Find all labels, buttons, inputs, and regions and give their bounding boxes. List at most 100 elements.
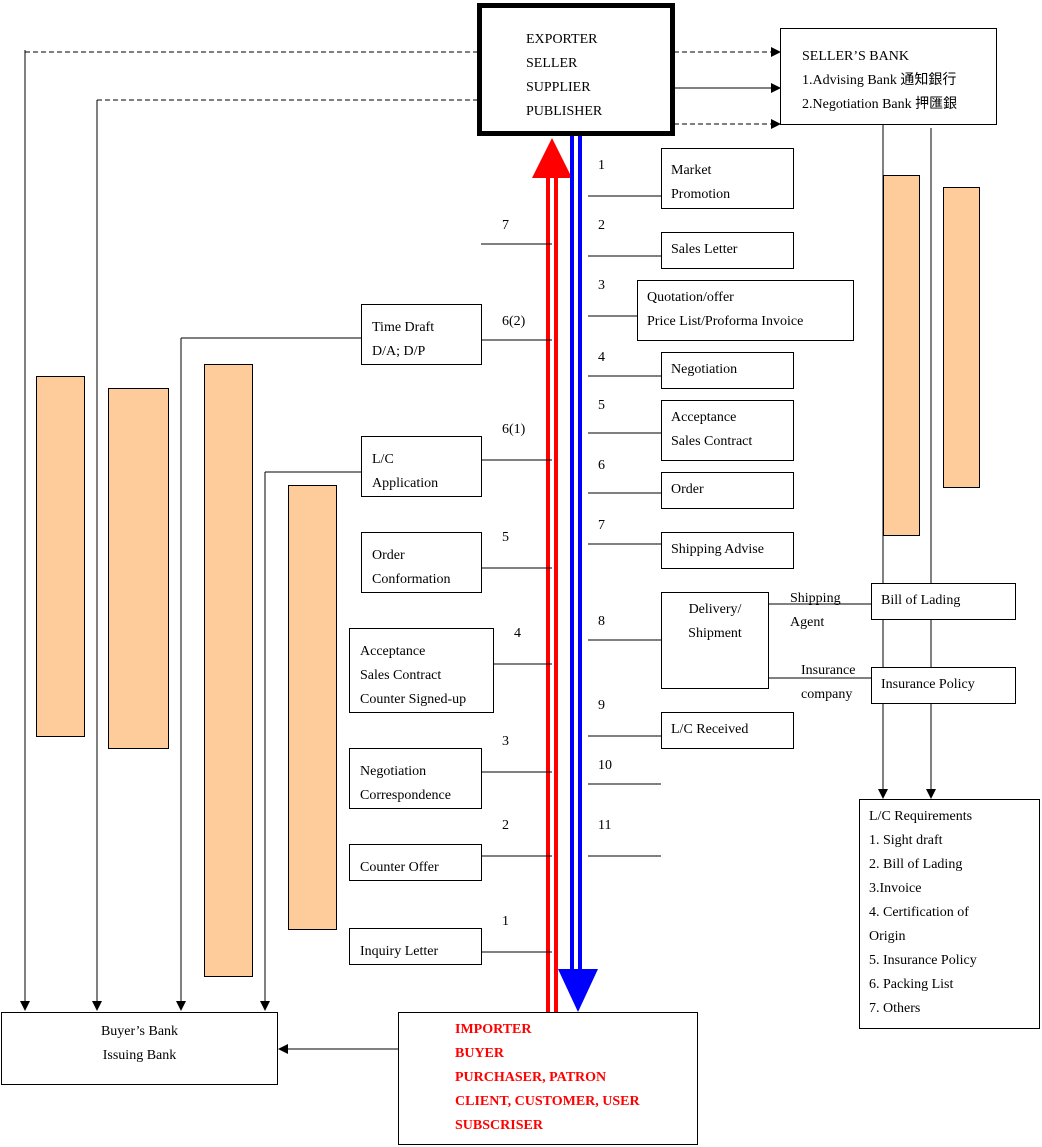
seller-step-box: Market Promotion — [661, 148, 794, 209]
seller-step-number: 5 — [598, 398, 605, 413]
seller-step-box-label: Shipment — [688, 626, 742, 641]
bill-of-lading-label: Bill of Lading — [881, 593, 961, 608]
seller-step-number: 1 — [598, 158, 605, 173]
buyers-bank-box: Buyer’s Bank Issuing Bank — [1, 1012, 278, 1085]
seller-step-number: 2 — [598, 218, 605, 233]
lc-req-item: 4. Certification of — [869, 905, 969, 920]
seller-step-number: 3 — [598, 278, 605, 293]
seller-step-number: 11 — [598, 818, 612, 833]
decorative-bar — [204, 364, 253, 977]
sellers-bank-box: SELLER’S BANK 1.Advising Bank 通知銀行 2.Neg… — [780, 28, 997, 125]
decorative-bar — [36, 376, 85, 737]
seller-step-box-label: Sales Contract — [671, 434, 753, 449]
shipping-agent-label: Shipping — [790, 591, 841, 606]
buyer-step-box-label: Counter Offer — [360, 860, 439, 875]
lc-req-item: Origin — [869, 929, 906, 944]
insurance-policy-box: Insurance Policy — [871, 667, 1016, 704]
seller-step-box-label: Order — [671, 482, 704, 497]
seller-step-number: 8 — [598, 614, 605, 629]
buyer-step-number: 6(1) — [502, 422, 526, 437]
buyer-step-box-label: Negotiation — [360, 764, 427, 779]
buyer-step-box-label: Order — [372, 548, 405, 563]
seller-step-box: Delivery/Shipment — [661, 592, 769, 689]
sellers-bank-line: 2.Negotiation Bank 押匯銀 — [802, 97, 958, 112]
buyer-step-box: L/C Application — [361, 436, 482, 497]
seller-step-box-label: Negotiation — [671, 362, 738, 377]
buyer-step-number: 7 — [502, 218, 509, 233]
red-arrowhead-up — [532, 138, 572, 178]
seller-step-number: 9 — [598, 698, 605, 713]
buyer-step-box-label: Correspondence — [360, 788, 451, 803]
seller-step-box: Acceptance Sales Contract — [661, 400, 794, 461]
importer-line: BUYER — [455, 1046, 505, 1061]
buyers-bank-line: Issuing Bank — [102, 1048, 177, 1063]
seller-step-box-label: Promotion — [671, 187, 731, 202]
seller-step-box-label: Quotation/offer — [647, 290, 734, 305]
seller-step-number: 10 — [598, 758, 612, 773]
buyer-step-number: 4 — [514, 626, 521, 641]
lc-requirements-box: L/C Requirements 1. Sight draft 2. Bill … — [859, 799, 1040, 1029]
sellers-bank-line: 1.Advising Bank 通知銀行 — [802, 73, 957, 88]
seller-step-box: L/C Received — [661, 712, 794, 749]
lc-req-title: L/C Requirements — [869, 809, 973, 824]
seller-step-box-label: Acceptance — [671, 410, 737, 425]
decorative-bar — [108, 388, 169, 749]
buyer-step-number: 6(2) — [502, 314, 526, 329]
lc-req-item: 6. Packing List — [869, 977, 954, 992]
insurance-company-label: company — [801, 687, 853, 702]
lc-req-item: 7. Others — [869, 1001, 921, 1016]
insurance-policy-label: Insurance Policy — [881, 677, 975, 692]
buyer-step-box: Time Draft D/A; D/P — [361, 304, 482, 365]
importer-line: PURCHASER, PATRON — [455, 1070, 607, 1085]
buyer-step-box-label: L/C — [372, 452, 394, 467]
exporter-box: EXPORTER SELLER SUPPLIER PUBLISHER — [477, 3, 675, 136]
buyer-step-box: Acceptance Sales Contract Counter Signed-u… — [349, 628, 494, 713]
buyer-step-box: Counter Offer — [349, 844, 482, 881]
buyer-step-box: Negotiation Correspondence — [349, 748, 482, 809]
buyer-step-number: 5 — [502, 530, 509, 545]
blue-arrowhead-down — [558, 969, 598, 1012]
buyer-step-box-label: Counter Signed-up — [360, 692, 467, 707]
exporter-line: SELLER — [526, 56, 578, 71]
buyer-step-number: 2 — [502, 818, 509, 833]
insurance-company-label: Insurance — [801, 663, 856, 678]
lc-req-item: 3.Invoice — [869, 881, 922, 896]
importer-line: CLIENT, CUSTOMER, USER — [455, 1094, 640, 1109]
buyer-step-box-label: Application — [372, 476, 439, 491]
seller-step-box: Shipping Advise — [661, 532, 794, 569]
exporter-line: PUBLISHER — [526, 104, 603, 119]
decorative-bar — [883, 175, 920, 536]
seller-step-box-label: Price List/Proforma Invoice — [647, 314, 804, 329]
decorative-bar — [943, 187, 980, 488]
seller-step-box: Quotation/offer Price List/Proforma Invoi… — [637, 280, 854, 341]
lc-req-item: 5. Insurance Policy — [869, 953, 977, 968]
seller-step-box-label: Delivery/ — [688, 602, 742, 617]
seller-step-box-label: Sales Letter — [671, 242, 738, 257]
importer-box: IMPORTER BUYER PURCHASER, PATRON CLIENT,… — [398, 1012, 698, 1145]
lc-req-item: 2. Bill of Lading — [869, 857, 963, 872]
buyer-step-number: 1 — [502, 914, 509, 929]
importer-line: SUBSCRISER — [455, 1118, 543, 1133]
seller-step-number: 4 — [598, 350, 605, 365]
buyer-step-box: Inquiry Letter — [349, 928, 482, 965]
buyer-step-box-label: Acceptance — [360, 644, 426, 659]
buyer-step-number: 3 — [502, 734, 509, 749]
exporter-line: EXPORTER — [526, 32, 598, 47]
seller-step-box-label: L/C Received — [671, 722, 749, 737]
buyer-step-box-label: D/A; D/P — [372, 344, 426, 359]
buyers-bank-line: Buyer’s Bank — [100, 1024, 179, 1039]
buyer-step-box: Order Conformation — [361, 532, 482, 593]
exporter-line: SUPPLIER — [526, 80, 591, 95]
shipping-agent-label: Agent — [790, 615, 825, 630]
seller-step-box: Negotiation — [661, 352, 794, 389]
buyer-step-box-label: Sales Contract — [360, 668, 442, 683]
sellers-bank-title: SELLER’S BANK — [802, 49, 909, 64]
buyer-step-box-label: Time Draft — [372, 320, 435, 335]
seller-step-number: 6 — [598, 458, 605, 473]
seller-step-number: 7 — [598, 518, 605, 533]
seller-step-box: Order — [661, 472, 794, 509]
importer-line: IMPORTER — [455, 1022, 532, 1037]
buyer-step-box-label: Conformation — [372, 572, 451, 587]
lc-req-item: 1. Sight draft — [869, 833, 943, 848]
seller-step-box: Sales Letter — [661, 232, 794, 269]
